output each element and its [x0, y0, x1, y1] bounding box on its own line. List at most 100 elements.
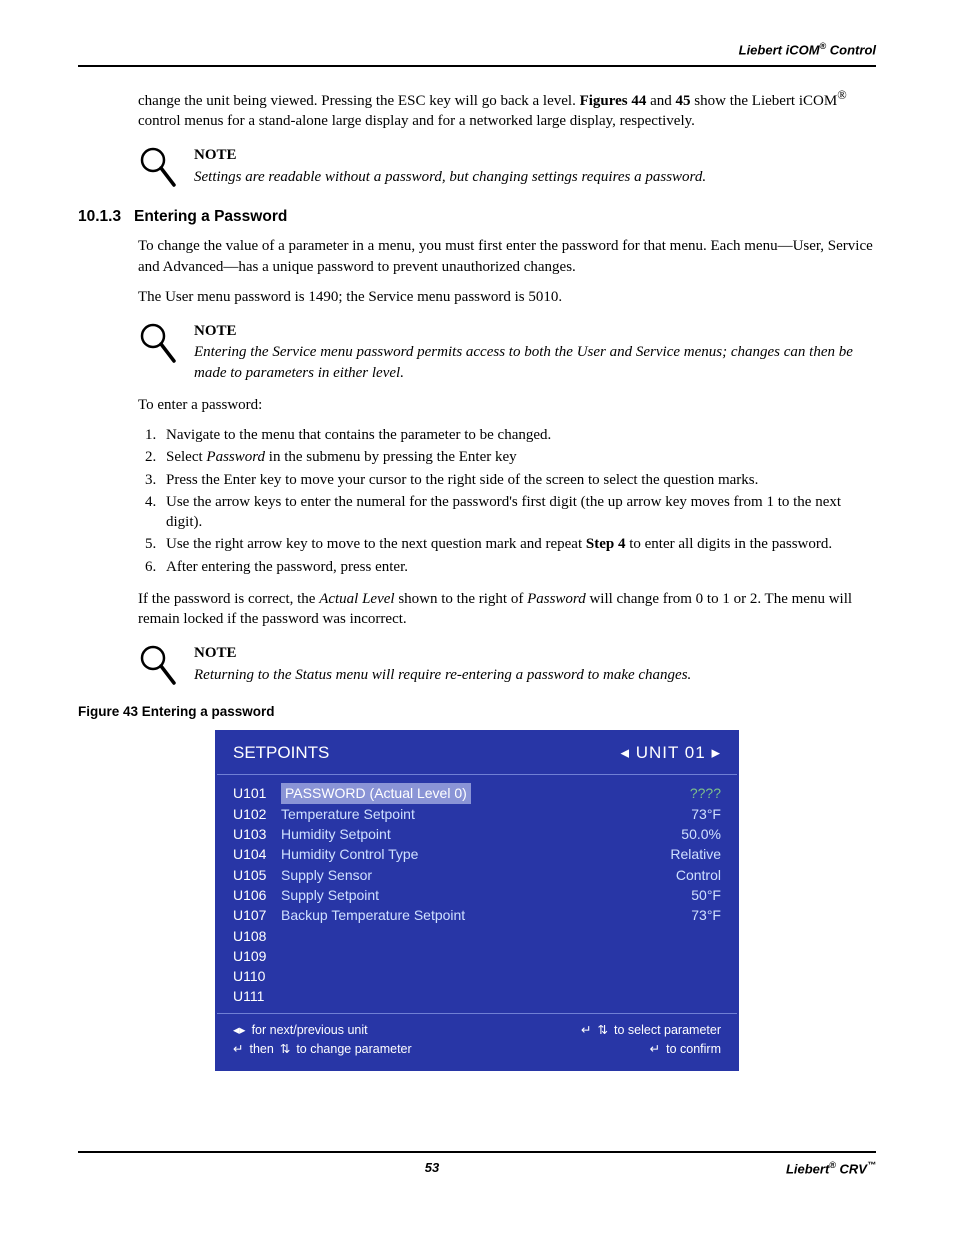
up-down-arrows-icon: ⇅ [280, 1041, 290, 1058]
screen-title: SETPOINTS [233, 742, 329, 765]
page-number: 53 [425, 1159, 439, 1178]
header-suffix: Control [826, 42, 876, 57]
legend-l2b: to change parameter [296, 1041, 411, 1058]
screen-body: U101PASSWORD (Actual Level 0)????U102Tem… [217, 775, 737, 1012]
note-block-3: NOTE Returning to the Status menu will r… [138, 643, 876, 689]
screen-row: U105Supply SensorControl [233, 865, 721, 885]
note-title: NOTE [194, 643, 876, 663]
row-value: 50°F [691, 885, 721, 905]
step-3-text: Press the Enter key to move your cursor … [166, 472, 758, 488]
intro-figs-a: Figures 44 [580, 93, 647, 109]
section-p2: The User menu password is 1490; the Serv… [138, 287, 876, 307]
row-label [281, 926, 721, 946]
screen-row: U104Humidity Control TypeRelative [233, 844, 721, 864]
row-label: PASSWORD (Actual Level 0) [281, 783, 690, 803]
legend-row: ↵ to confirm [487, 1041, 721, 1058]
screen-header: SETPOINTS ◂ UNIT 01 ▸ [217, 732, 737, 776]
row-label: Supply Sensor [281, 865, 676, 885]
row-value: 73°F [691, 804, 721, 824]
step-6-text: After entering the password, press enter… [166, 559, 408, 575]
note-title: NOTE [194, 145, 876, 165]
after-c: shown to the right of [395, 591, 528, 607]
magnifier-icon [138, 145, 178, 191]
left-right-arrows-icon: ◂▸ [233, 1022, 246, 1039]
step-2b: Password [206, 449, 265, 465]
header-brand: Liebert iCOM [739, 42, 820, 57]
row-value: 50.0% [681, 824, 721, 844]
page-header: Liebert iCOM® Control [78, 40, 876, 67]
legend-r2: to confirm [666, 1041, 721, 1058]
row-code: U101 [233, 783, 281, 803]
legend-row: ◂▸ for next/previous unit [233, 1022, 467, 1039]
section-p1: To change the value of a parameter in a … [138, 236, 876, 277]
footer-model: CRV [836, 1162, 867, 1177]
intro-paragraph: change the unit being viewed. Pressing t… [138, 87, 876, 132]
step-2: Select Password in the submenu by pressi… [160, 447, 876, 467]
intro-text-b: show the Liebert iCOM [691, 93, 838, 109]
row-label: Backup Temperature Setpoint [281, 905, 691, 925]
step-5a: Use the right arrow key to move to the n… [166, 536, 586, 552]
lcd-screen: SETPOINTS ◂ UNIT 01 ▸ U101PASSWORD (Actu… [215, 730, 739, 1072]
step-1: Navigate to the menu that contains the p… [160, 425, 876, 445]
section-heading: 10.1.3Entering a Password [78, 207, 876, 228]
step-5: Use the right arrow key to move to the n… [160, 534, 876, 554]
chevron-left-icon: ◂ [620, 743, 630, 762]
row-label-selected: PASSWORD (Actual Level 0) [281, 783, 471, 803]
step-5c: to enter all digits in the password. [625, 536, 832, 552]
after-steps-para: If the password is correct, the Actual L… [138, 589, 876, 630]
legend-r1: to select parameter [614, 1022, 721, 1039]
enter-icon: ↵ [233, 1041, 243, 1058]
intro-figs-b: 45 [676, 93, 691, 109]
row-code: U104 [233, 844, 281, 864]
pwd-intro: To enter a password: [138, 395, 876, 415]
step-2a: Select [166, 449, 206, 465]
note-body: Settings are readable without a password… [194, 167, 876, 187]
screen-row: U103Humidity Setpoint50.0% [233, 824, 721, 844]
screen-unit-label: UNIT 01 [636, 743, 706, 762]
step-4: Use the arrow keys to enter the numeral … [160, 492, 876, 533]
row-code: U109 [233, 946, 281, 966]
note-title: NOTE [194, 321, 876, 341]
up-down-arrows-icon: ⇅ [598, 1022, 608, 1039]
page-footer: 53 Liebert® CRV™ [78, 1151, 876, 1178]
row-label: Supply Setpoint [281, 885, 691, 905]
row-value: ???? [690, 783, 721, 803]
screen-row: U102Temperature Setpoint73°F [233, 804, 721, 824]
magnifier-icon [138, 321, 178, 367]
enter-icon: ↵ [581, 1022, 591, 1039]
after-d: Password [527, 591, 586, 607]
after-b: Actual Level [319, 591, 394, 607]
enter-icon: ↵ [650, 1041, 660, 1058]
row-label [281, 946, 721, 966]
row-value: 73°F [691, 905, 721, 925]
legend-l2a: then [249, 1041, 273, 1058]
row-code: U106 [233, 885, 281, 905]
step-2c: in the submenu by pressing the Enter key [265, 449, 517, 465]
note-block-1: NOTE Settings are readable without a pas… [138, 145, 876, 191]
step-6: After entering the password, press enter… [160, 557, 876, 577]
row-label: Temperature Setpoint [281, 804, 691, 824]
row-code: U107 [233, 905, 281, 925]
row-value: Control [676, 865, 721, 885]
row-value: Relative [670, 844, 721, 864]
legend-row: ↵ ⇅ to select parameter [487, 1022, 721, 1039]
step-4-text: Use the arrow keys to enter the numeral … [166, 494, 841, 530]
intro-reg: ® [837, 88, 847, 102]
note-block-2: NOTE Entering the Service menu password … [138, 321, 876, 383]
screen-row: U109 [233, 946, 721, 966]
legend-row: ↵ then ⇅ to change parameter [233, 1041, 467, 1058]
note-body: Entering the Service menu password permi… [194, 342, 876, 383]
screen-row: U108 [233, 926, 721, 946]
magnifier-icon [138, 643, 178, 689]
step-5b: Step 4 [586, 536, 626, 552]
row-code: U108 [233, 926, 281, 946]
row-code: U110 [233, 966, 281, 986]
footer-brand: Liebert® CRV™ [786, 1159, 876, 1178]
row-code: U102 [233, 804, 281, 824]
legend-l1: for next/previous unit [252, 1022, 368, 1039]
screen-row: U110 [233, 966, 721, 986]
row-label: Humidity Setpoint [281, 824, 681, 844]
note-body: Returning to the Status menu will requir… [194, 665, 876, 685]
intro-text-c: control menus for a stand-alone large di… [138, 113, 695, 129]
row-code: U105 [233, 865, 281, 885]
